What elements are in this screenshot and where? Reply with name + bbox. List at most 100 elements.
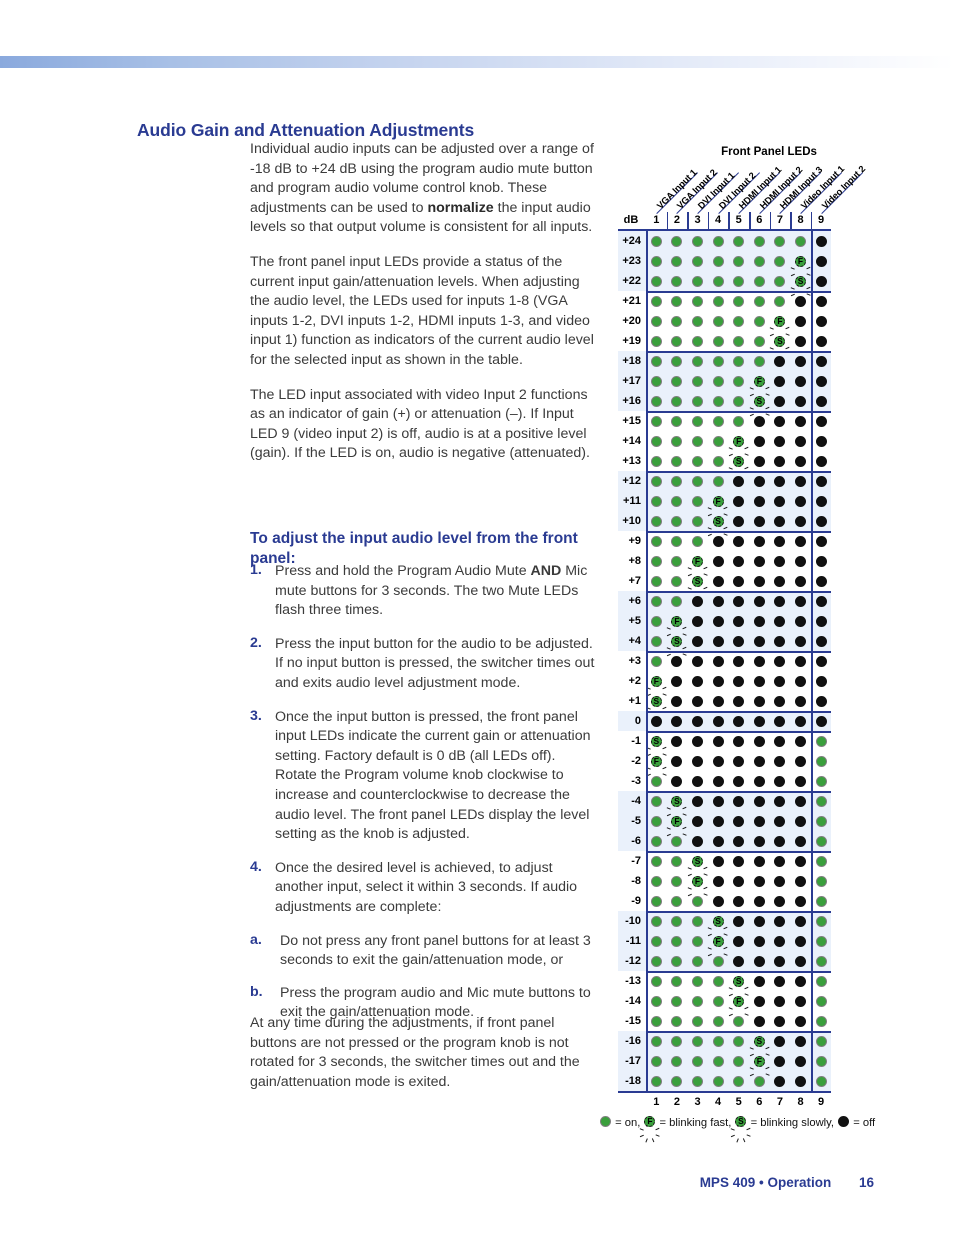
- led-cell: [667, 411, 688, 431]
- led-on-indicator: [815, 915, 827, 927]
- led-cell: [790, 471, 811, 491]
- led-off-indicator: [733, 655, 745, 667]
- led-cell: [749, 631, 770, 651]
- led-off-indicator: [733, 775, 745, 787]
- led-cell: [728, 911, 749, 931]
- led-cell: [728, 851, 749, 871]
- led-cell: [687, 951, 708, 971]
- led-off-indicator: [712, 855, 724, 867]
- led-cell: [811, 611, 832, 631]
- led-on-indicator: [671, 1055, 683, 1067]
- led-cell: [790, 1011, 811, 1031]
- led-off-indicator: [671, 695, 683, 707]
- led-on-indicator: [650, 275, 662, 287]
- led-on-indicator: [691, 495, 703, 507]
- grid-top-rule: [618, 229, 832, 231]
- led-on-indicator: [691, 475, 703, 487]
- db-band: +3 +2 F +1 S: [618, 651, 832, 722]
- led-cell: [667, 771, 688, 791]
- led-off-indicator: [650, 715, 662, 727]
- led-cell: [646, 291, 667, 311]
- db-value: +16: [622, 395, 641, 407]
- led-cell: [667, 1071, 688, 1091]
- led-on-indicator: [815, 775, 827, 787]
- led-on-indicator: [794, 235, 806, 247]
- led-cell: [811, 491, 832, 511]
- led-on-indicator: [691, 1055, 703, 1067]
- led-cell: [646, 1071, 667, 1091]
- led-cell: [708, 831, 729, 851]
- column-number-2: 2: [673, 214, 680, 226]
- led-on-indicator: [671, 255, 683, 267]
- led-on-indicator: [671, 935, 683, 947]
- led-blinking-slow-indicator: S: [691, 855, 703, 867]
- led-cell: [811, 851, 832, 871]
- led-cell: F: [769, 311, 791, 342]
- led-off-indicator: [794, 575, 806, 587]
- led-on-indicator: [671, 375, 683, 387]
- db-value: +21: [622, 295, 641, 307]
- led-cell: [749, 891, 770, 911]
- intro-paragraph: The LED input associated with video Inpu…: [250, 386, 590, 462]
- led-cell: [687, 391, 708, 411]
- db-band: +21 +20 F +19 S: [618, 291, 832, 362]
- led-on-indicator: [650, 835, 662, 847]
- led-cell: [646, 951, 667, 971]
- led-off-indicator: [691, 675, 703, 687]
- led-on-indicator: [671, 595, 683, 607]
- led-cell: [749, 551, 770, 571]
- db-value: +2: [628, 675, 641, 687]
- footer-column-number-5: 5: [735, 1096, 742, 1108]
- led-cell: [770, 1071, 791, 1091]
- led-on-indicator: [691, 415, 703, 427]
- led-cell: [708, 231, 729, 251]
- led-on-indicator: [671, 975, 683, 987]
- led-on-indicator: [733, 1015, 745, 1027]
- led-cell: [790, 811, 811, 831]
- led-on-indicator: [671, 575, 683, 587]
- led-off-indicator: [733, 695, 745, 707]
- led-cell: [667, 671, 688, 691]
- led-cell: [667, 991, 688, 1011]
- led-on-indicator: [712, 435, 724, 447]
- led-off-indicator: [815, 295, 827, 307]
- led-cell: [770, 691, 791, 711]
- led-cell: [749, 591, 770, 611]
- led-on-indicator: [671, 235, 683, 247]
- led-blinking-slow-indicator: S: [774, 335, 786, 347]
- led-off-indicator: [753, 515, 765, 527]
- led-off-indicator: [671, 735, 683, 747]
- legend-item: S = blinking slowly,: [730, 1115, 834, 1142]
- led-cell: [770, 751, 791, 771]
- led-cell: [708, 991, 729, 1011]
- led-blinking-slow-indicator: S: [733, 975, 745, 987]
- led-cell: [811, 251, 832, 271]
- led-cell: [790, 491, 811, 511]
- led-cell: [646, 711, 667, 731]
- db-value: -14: [625, 995, 641, 1007]
- led-on-indicator: [691, 995, 703, 1007]
- led-cell: S: [687, 851, 708, 882]
- led-cell: [790, 871, 811, 891]
- led-cell: [749, 731, 770, 751]
- diagonal-column-labels: VGA Input 1 VGA Input 2 DVI Input 1 DVI Inp…: [618, 159, 938, 214]
- led-off-indicator: [712, 655, 724, 667]
- led-off-indicator: [733, 835, 745, 847]
- led-cell: [790, 451, 811, 471]
- led-cell: [687, 931, 708, 951]
- led-on-indicator: [691, 455, 703, 467]
- db-band: -10 S -11 F -12: [618, 911, 832, 971]
- led-on-indicator: [691, 395, 703, 407]
- led-cell: [770, 531, 791, 551]
- led-off-indicator: [774, 855, 786, 867]
- led-off-indicator: [712, 695, 724, 707]
- led-cell: [687, 351, 708, 371]
- led-cell: [667, 711, 688, 731]
- db-band: -16 S -17 F -18: [618, 1031, 832, 1091]
- led-cell: [770, 1031, 791, 1051]
- led-cell: [687, 731, 708, 751]
- led-on-indicator: [815, 815, 827, 827]
- table-row: -1 S: [618, 731, 831, 762]
- grid-vertical-rule: [646, 231, 648, 1091]
- step-number: 1.: [250, 562, 262, 578]
